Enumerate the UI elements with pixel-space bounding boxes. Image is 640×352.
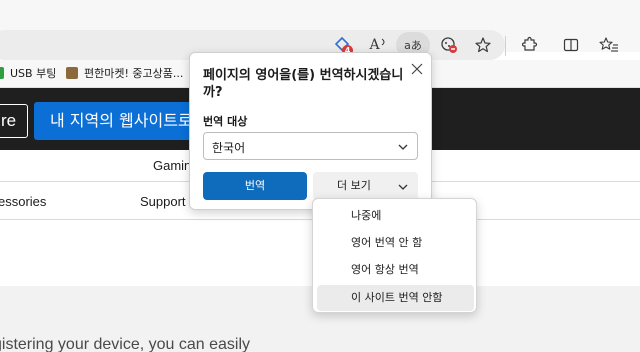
favorites-list-icon bbox=[599, 37, 618, 52]
menu-item-never-translate-english[interactable]: 영어 번역 안 함 bbox=[317, 230, 474, 256]
cookie-icon bbox=[441, 37, 457, 53]
translate-glyph: aあ bbox=[404, 39, 422, 52]
registration-text: gistering your device, you can easily bbox=[0, 336, 251, 352]
favorites-button[interactable] bbox=[596, 32, 622, 58]
favorite-label: 편한마켓! 중고상품... bbox=[84, 67, 184, 80]
local-site-button[interactable]: 내 지역의 웹사이트로 bbox=[34, 102, 214, 140]
favorite-label: USB 부팅 bbox=[10, 67, 57, 80]
more-options-menu: 나중에 영어 번역 안 함 영어 항상 번역 이 사이트 번역 안함 bbox=[312, 198, 477, 313]
puzzle-icon bbox=[521, 36, 538, 51]
menu-item-always-translate-english[interactable]: 영어 항상 번역 bbox=[317, 257, 474, 283]
translate-popup: 페이지의 영어을(를) 번역하시겠습니까? 번역 대상 한국어 번역 더 보기 bbox=[189, 52, 432, 210]
favorite-star-icon[interactable] bbox=[470, 32, 496, 58]
read-aloud-glyph: A bbox=[369, 37, 380, 53]
tracking-icon[interactable] bbox=[436, 32, 462, 58]
store-button[interactable]: re bbox=[0, 104, 28, 138]
nav-support-link[interactable]: Support bbox=[140, 194, 186, 209]
target-language-label: 번역 대상 bbox=[203, 115, 248, 128]
star-icon bbox=[475, 37, 491, 53]
extensions-button[interactable] bbox=[516, 32, 542, 58]
menu-item-later[interactable]: 나중에 bbox=[317, 203, 474, 229]
popup-title: 페이지의 영어을(를) 번역하시겠습니까? bbox=[203, 68, 404, 100]
usb-favicon-icon bbox=[0, 67, 4, 79]
chevron-down-icon bbox=[398, 184, 408, 190]
selected-language: 한국어 bbox=[212, 141, 246, 155]
split-screen-icon bbox=[563, 38, 579, 52]
browser-toolbar: 4 A aあ bbox=[0, 0, 640, 60]
target-language-select[interactable]: 한국어 bbox=[203, 132, 418, 160]
chevron-down-icon bbox=[398, 144, 408, 150]
close-icon bbox=[411, 63, 423, 75]
split-screen-button[interactable] bbox=[558, 32, 584, 58]
more-options-button[interactable]: 더 보기 bbox=[313, 172, 418, 200]
favorite-usb[interactable]: USB 부팅 bbox=[0, 65, 56, 81]
menu-item-never-translate-site[interactable]: 이 사이트 번역 안함 bbox=[317, 285, 474, 311]
toolbar-divider bbox=[505, 36, 506, 56]
more-options-label: 더 보기 bbox=[337, 179, 371, 192]
translate-button[interactable]: 번역 bbox=[203, 172, 307, 200]
sound-wave-icon bbox=[381, 38, 385, 46]
favorite-market[interactable]: 편한마켓! 중고상품... bbox=[66, 65, 183, 81]
nav-accessories-link[interactable]: essories bbox=[0, 194, 46, 209]
close-button[interactable] bbox=[409, 61, 425, 77]
market-favicon-icon bbox=[66, 67, 78, 79]
